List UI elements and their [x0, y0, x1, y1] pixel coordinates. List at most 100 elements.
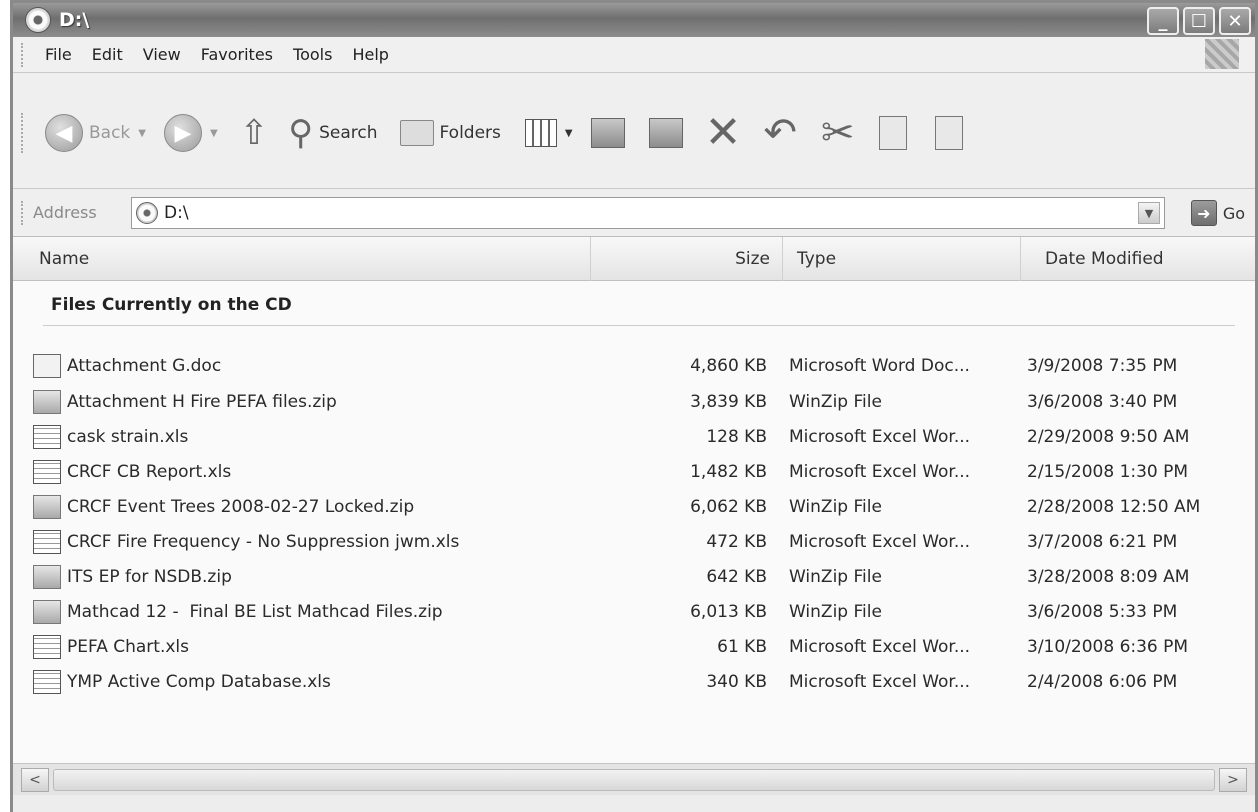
go-arrow-icon: ➜: [1190, 200, 1217, 226]
file-row[interactable]: cask strain.xls 128 KB Microsoft Excel W…: [13, 420, 1255, 454]
column-header-bar: Name Size Type Date Modified: [13, 237, 1255, 281]
window-title: D:\: [59, 9, 90, 31]
file-size: 340 KB: [706, 672, 767, 692]
address-input[interactable]: D:\ ▼: [131, 197, 1165, 229]
file-list: Files Currently on the CD Attachment G.d…: [13, 281, 1255, 763]
cut-button[interactable]: ✂: [821, 113, 855, 153]
column-header-size[interactable]: Size: [591, 237, 783, 281]
file-row[interactable]: Attachment G.doc 4,860 KB Microsoft Word…: [13, 349, 1255, 383]
forward-button[interactable]: ▶ ▼: [163, 114, 218, 152]
menu-file[interactable]: File: [45, 45, 72, 64]
file-date-modified: 3/7/2008 6:21 PM: [1027, 532, 1178, 552]
excel-file-icon: [33, 670, 61, 694]
zip-file-icon: [33, 600, 61, 624]
file-row[interactable]: Mathcad 12 - Final BE List Mathcad Files…: [13, 595, 1255, 629]
file-size: 128 KB: [706, 427, 767, 447]
menu-tools[interactable]: Tools: [293, 45, 332, 64]
file-type: Microsoft Word Doc...: [789, 356, 970, 376]
column-header-name[interactable]: Name: [13, 237, 591, 281]
scrollbar-thumb[interactable]: [53, 769, 1215, 791]
column-header-date-modified[interactable]: Date Modified: [1021, 237, 1258, 281]
file-type: Microsoft Excel Wor...: [789, 462, 971, 482]
file-type: Microsoft Excel Wor...: [789, 637, 971, 657]
excel-file-icon: [33, 425, 61, 449]
up-folder-icon: ⇧: [239, 113, 269, 153]
menu-help[interactable]: Help: [352, 45, 388, 64]
maximize-button[interactable]: ☐: [1183, 7, 1215, 35]
title-bar[interactable]: D:\ _ ☐ ✕: [13, 3, 1255, 37]
file-name: Mathcad 12 - Final BE List Mathcad Files…: [67, 602, 443, 622]
address-dropdown-icon[interactable]: ▼: [1138, 202, 1160, 224]
file-size: 642 KB: [706, 567, 767, 587]
file-row[interactable]: CRCF Fire Frequency - No Suppression jwm…: [13, 525, 1255, 559]
file-date-modified: 3/6/2008 3:40 PM: [1027, 392, 1178, 412]
file-row[interactable]: PEFA Chart.xls 61 KB Microsoft Excel Wor…: [13, 630, 1255, 664]
file-name: ITS EP for NSDB.zip: [67, 567, 232, 587]
search-button[interactable]: ⚲ Search: [288, 116, 377, 150]
back-button[interactable]: ◀ Back ▼: [45, 114, 146, 152]
window-controls: _ ☐ ✕: [1147, 7, 1251, 35]
address-value: D:\: [164, 203, 189, 223]
toolbar-grip-handle[interactable]: [21, 113, 25, 153]
views-button[interactable]: ▼: [524, 119, 573, 147]
scroll-left-button[interactable]: <: [21, 768, 49, 792]
back-arrow-icon: ◀: [45, 114, 83, 152]
close-icon: ✕: [1227, 10, 1243, 32]
file-name: cask strain.xls: [67, 427, 189, 447]
folders-button[interactable]: Folders: [399, 120, 501, 146]
file-row[interactable]: Attachment H Fire PEFA files.zip 3,839 K…: [13, 385, 1255, 419]
file-type: WinZip File: [789, 602, 882, 622]
copy-to-button[interactable]: [648, 118, 683, 148]
menu-edit[interactable]: Edit: [92, 45, 123, 64]
go-button[interactable]: ➜ Go: [1190, 200, 1245, 226]
file-row[interactable]: ITS EP for NSDB.zip 642 KB WinZip File 3…: [13, 560, 1255, 594]
menu-grip-handle[interactable]: [21, 42, 25, 67]
zip-file-icon: [33, 565, 61, 589]
address-bar: Address D:\ ▼ ➜ Go: [13, 189, 1255, 237]
forward-dropdown-icon[interactable]: ▼: [210, 128, 218, 139]
search-icon: ⚲: [288, 113, 314, 153]
chevron-left-icon: <: [29, 772, 41, 788]
file-date-modified: 2/15/2008 1:30 PM: [1027, 462, 1189, 482]
standard-toolbar: ◀ Back ▼ ▶ ▼ ⇧ ⚲ Search Folders ▼ ✕ ↶ ✂: [13, 73, 1255, 189]
file-size: 61 KB: [717, 637, 767, 657]
undo-button[interactable]: ↶: [763, 113, 797, 153]
column-header-type[interactable]: Type: [783, 237, 1021, 281]
minimize-button[interactable]: _: [1147, 7, 1179, 35]
copy-icon: [878, 116, 907, 150]
file-type: Microsoft Excel Wor...: [789, 672, 971, 692]
forward-arrow-icon: ▶: [163, 114, 202, 152]
file-date-modified: 2/28/2008 12:50 AM: [1027, 497, 1201, 517]
file-row[interactable]: YMP Active Comp Database.xls 340 KB Micr…: [13, 665, 1255, 699]
group-header: Files Currently on the CD: [51, 295, 292, 315]
zip-file-icon: [33, 390, 61, 414]
move-to-button[interactable]: [590, 118, 625, 148]
menu-bar: File Edit View Favorites Tools Help: [13, 37, 1255, 73]
back-dropdown-icon[interactable]: ▼: [138, 128, 146, 139]
zip-file-icon: [33, 495, 61, 519]
paste-button[interactable]: [934, 116, 963, 150]
file-row[interactable]: CRCF Event Trees 2008-02-27 Locked.zip 6…: [13, 490, 1255, 524]
undo-icon: ↶: [763, 110, 797, 156]
file-row[interactable]: CRCF CB Report.xls 1,482 KB Microsoft Ex…: [13, 455, 1255, 489]
folders-label: Folders: [439, 123, 501, 143]
horizontal-scrollbar[interactable]: < >: [13, 763, 1255, 795]
chevron-right-icon: >: [1227, 772, 1239, 788]
menu-favorites[interactable]: Favorites: [201, 45, 273, 64]
close-button[interactable]: ✕: [1219, 7, 1251, 35]
folders-icon: [399, 120, 434, 146]
file-name: CRCF CB Report.xls: [67, 462, 232, 482]
delete-button[interactable]: ✕: [705, 111, 742, 155]
paste-icon: [934, 116, 963, 150]
excel-file-icon: [33, 635, 61, 659]
copy-button[interactable]: [878, 116, 907, 150]
scroll-right-button[interactable]: >: [1219, 768, 1247, 792]
file-type: Microsoft Excel Wor...: [789, 532, 971, 552]
address-label: Address: [33, 203, 97, 222]
move-to-icon: [590, 118, 625, 148]
file-name: Attachment G.doc: [67, 356, 222, 376]
up-folder-button[interactable]: ⇧: [240, 116, 269, 150]
menu-view[interactable]: View: [143, 45, 181, 64]
address-grip-handle[interactable]: [21, 200, 25, 225]
file-date-modified: 3/10/2008 6:36 PM: [1027, 637, 1189, 657]
